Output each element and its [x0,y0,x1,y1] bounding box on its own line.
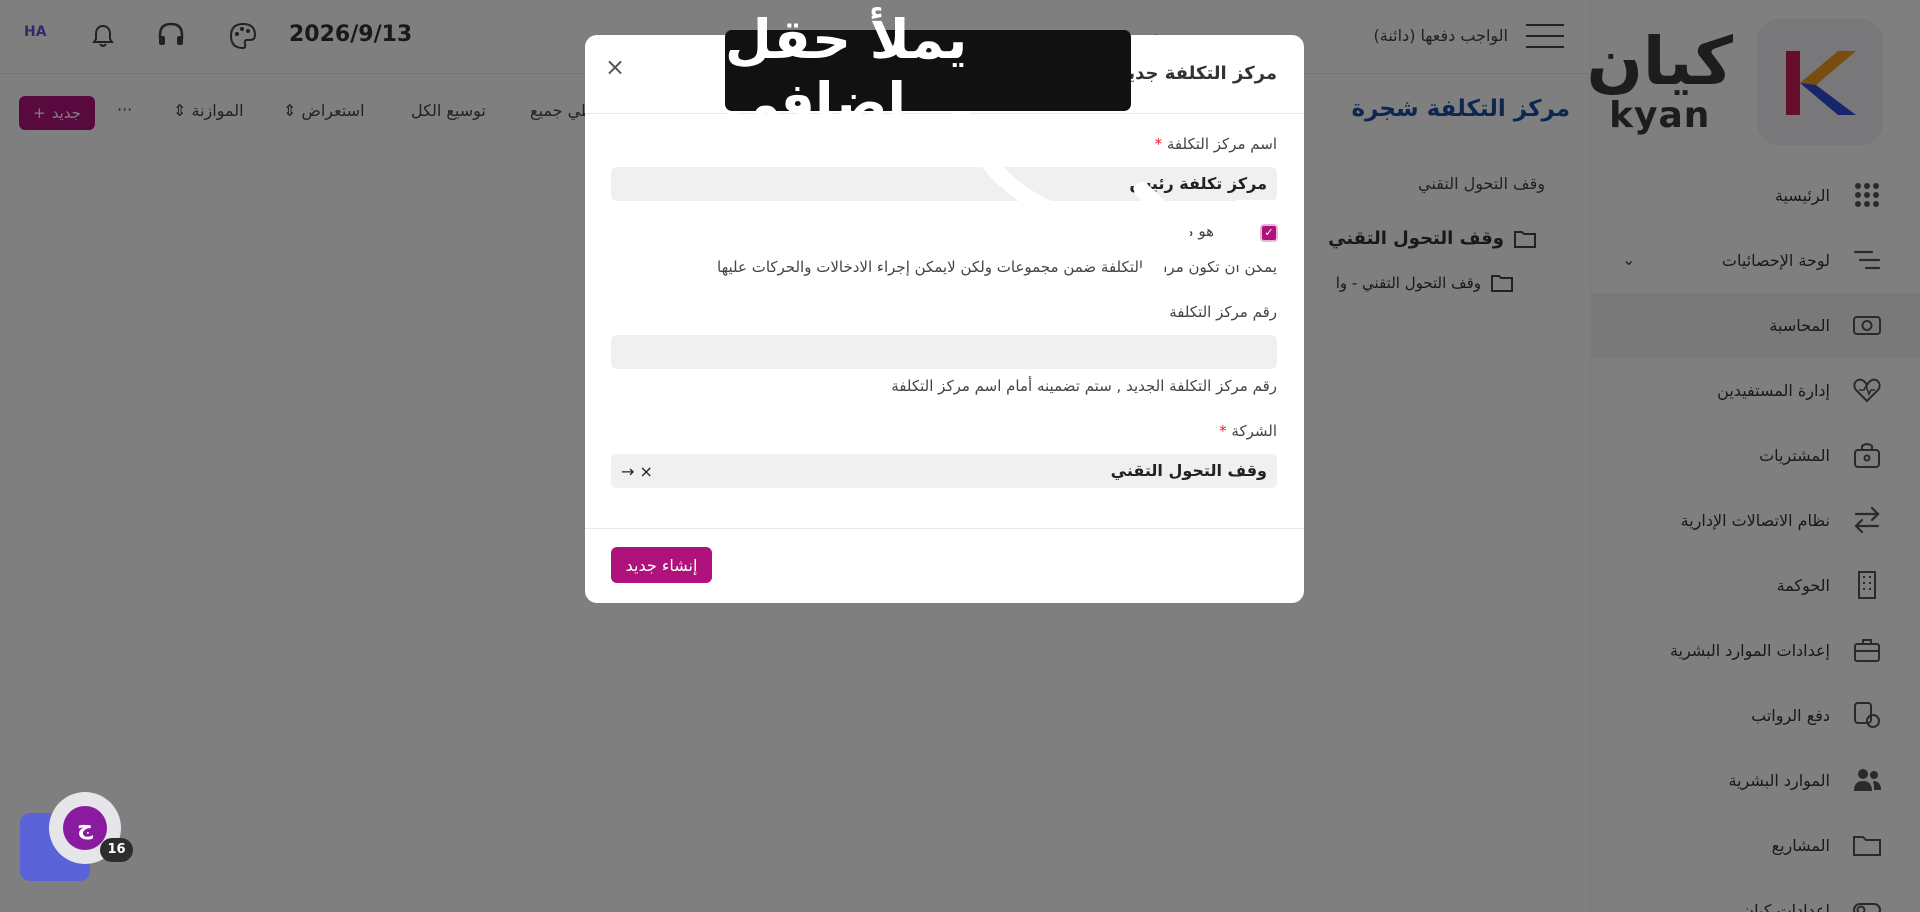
dialog-title: مركز التكلفة جديد [1117,63,1277,84]
select-controls: → × [621,462,653,481]
company-label-text: الشركة [1231,422,1277,440]
company-label: * الشركة [1215,422,1277,440]
is-group-checkbox-highlight: ✓ [1236,200,1302,265]
dialog-footer-divider [585,528,1304,529]
close-icon[interactable]: × [603,55,627,79]
cost-center-number-input[interactable] [611,335,1277,369]
required-marker: * [1219,422,1227,440]
arrow-right-icon[interactable]: → [621,462,634,481]
check-icon: ✓ [1264,226,1274,239]
cost-center-number-label: رقم مركز التكلفة [1169,303,1277,321]
clear-icon[interactable]: × [640,462,653,481]
assistant-logo-icon: ج [63,806,107,850]
is-group-checkbox[interactable]: ✓ [1260,224,1278,242]
cost-center-number-help: رقم مركز التكلفة الجديد , ستم تضمينه أما… [891,377,1277,395]
annotation-callout: يملأ حقل إضافي [725,8,1131,134]
company-select[interactable]: وقف التحول التقني [611,454,1277,488]
notification-badge: 16 [100,838,133,862]
create-new-button[interactable]: إنشاء جديد [611,547,712,583]
